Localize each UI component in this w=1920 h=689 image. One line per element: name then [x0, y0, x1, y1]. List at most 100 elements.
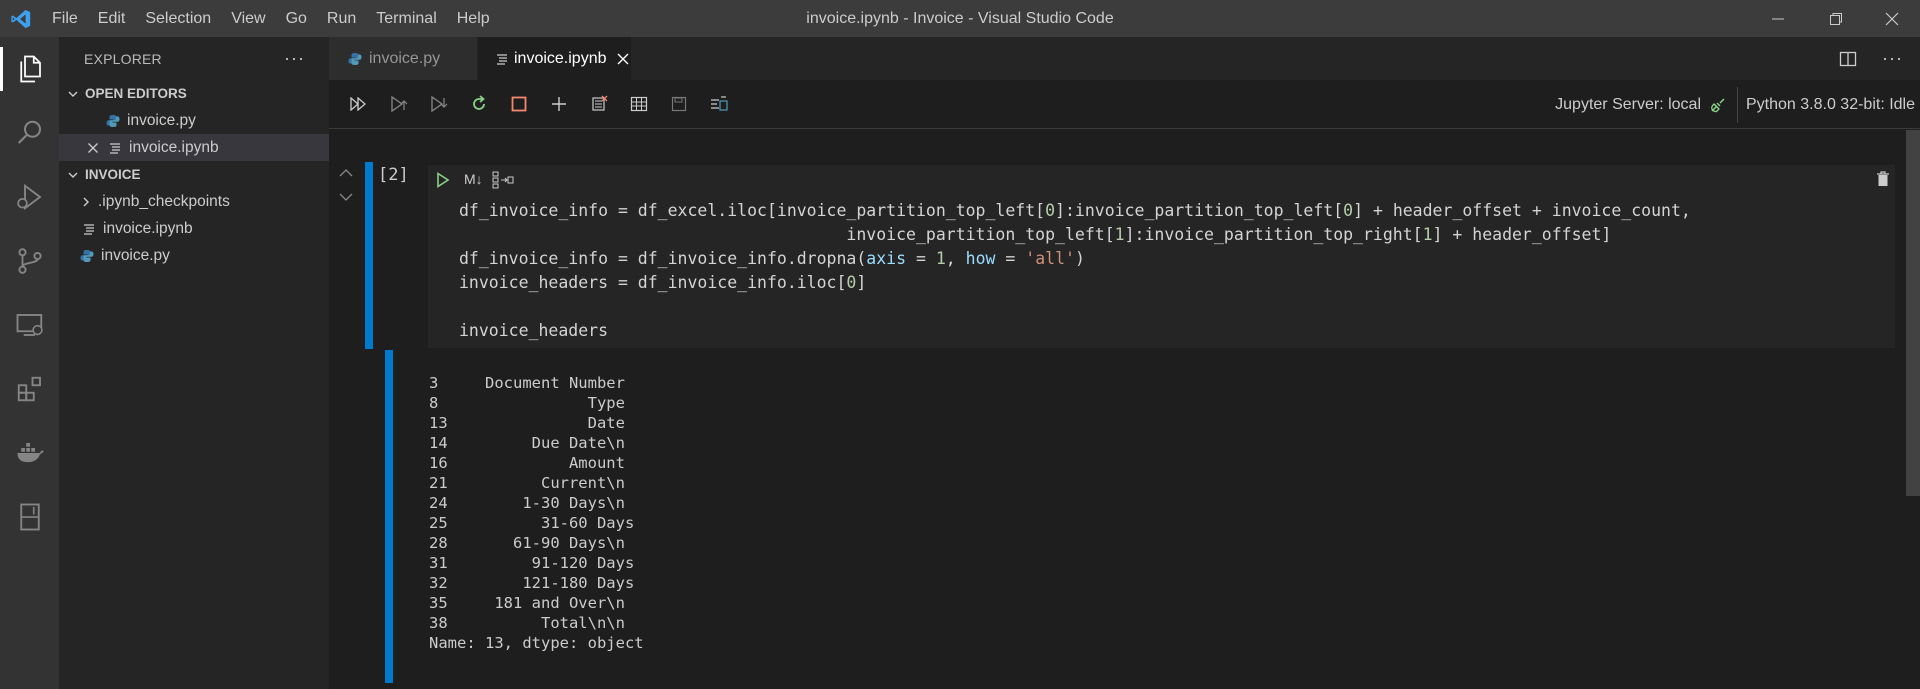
- save-icon[interactable]: [659, 86, 699, 122]
- tree-item-ipynb[interactable]: invoice.ipynb: [59, 215, 329, 242]
- remote-explorer-icon[interactable]: [0, 293, 59, 357]
- execution-count: [2]: [378, 165, 409, 185]
- open-editor-item-py[interactable]: invoice.py: [59, 107, 329, 134]
- code-token: ): [1074, 249, 1085, 268]
- output-line: 8 Type: [429, 394, 625, 412]
- output-line: 35 181 and Over\n: [429, 594, 625, 612]
- output-line: 31 91-120 Days: [429, 554, 635, 572]
- editor-more-actions-icon[interactable]: ···: [1882, 37, 1903, 80]
- code-token: axis: [866, 249, 907, 268]
- add-cell-icon[interactable]: [539, 86, 579, 122]
- invoice-folder-section[interactable]: INVOICE: [59, 161, 329, 188]
- tab-label: invoice.py: [369, 49, 441, 67]
- code-token: invoice_headers = df_invoice_info.iloc[: [459, 273, 847, 292]
- code-token: 0: [1343, 201, 1354, 220]
- split-editor-icon[interactable]: [1839, 37, 1857, 80]
- code-token: 1: [935, 249, 946, 268]
- code-token: ]: [856, 273, 867, 292]
- close-tab-icon[interactable]: [617, 53, 629, 65]
- output-line: 32 121-180 Days: [429, 574, 635, 592]
- folder-label: INVOICE: [85, 167, 141, 182]
- tab-invoice-ipynb[interactable]: invoice.ipynb: [478, 37, 631, 80]
- move-cell-down-icon[interactable]: [338, 190, 354, 208]
- menu-bar: File Edit Selection View Go Run Terminal Help: [42, 0, 500, 37]
- output-line: 25 31-60 Days: [429, 514, 635, 532]
- output-line: 28 61-90 Days\n: [429, 534, 625, 552]
- chevron-down-icon: [65, 86, 81, 102]
- kernel-status-area: Jupyter Server: local Python 3.8.0 32-bi…: [1555, 80, 1920, 129]
- extensions-icon[interactable]: [0, 357, 59, 421]
- menu-edit[interactable]: Edit: [88, 0, 136, 37]
- run-below-icon[interactable]: [419, 86, 459, 122]
- open-editors-label: OPEN EDITORS: [85, 86, 187, 101]
- restore-button[interactable]: [1808, 0, 1864, 37]
- python-file-icon: [105, 113, 121, 129]
- close-window-button[interactable]: [1864, 0, 1920, 37]
- run-cell-icon[interactable]: [436, 172, 450, 193]
- search-icon[interactable]: [0, 101, 59, 165]
- code-token: ] + header_offset + invoice_count,: [1353, 201, 1691, 220]
- output-line: 24 1-30 Days\n: [429, 494, 625, 512]
- tab-invoice-py[interactable]: invoice.py: [329, 37, 477, 80]
- tree-item-label: .ipynb_checkpoints: [98, 192, 230, 210]
- change-to-markdown-button[interactable]: M↓: [464, 171, 483, 187]
- open-editor-label: invoice.py: [127, 111, 196, 129]
- tree-item-checkpoints[interactable]: .ipynb_checkpoints: [59, 188, 329, 215]
- move-cell-up-icon[interactable]: [338, 166, 354, 184]
- divider: [1737, 86, 1738, 123]
- code-token: df_invoice_info = df_invoice_info.dropna…: [459, 249, 867, 268]
- explorer-title: EXPLORER: [84, 50, 162, 67]
- clear-outputs-icon[interactable]: [579, 86, 619, 122]
- delete-cell-icon[interactable]: [1876, 171, 1890, 192]
- chevron-right-icon: [78, 194, 94, 210]
- notebook-file-icon: [107, 140, 123, 156]
- code-token: 1: [1422, 225, 1433, 244]
- open-editor-label: invoice.ipynb: [129, 138, 219, 156]
- source-control-icon[interactable]: [0, 229, 59, 293]
- jupyter-server-status[interactable]: Jupyter Server: local: [1555, 96, 1701, 114]
- export-icon[interactable]: [699, 86, 739, 122]
- menu-go[interactable]: Go: [276, 0, 317, 37]
- run-debug-icon[interactable]: [0, 165, 59, 229]
- code-token: 'all': [1025, 249, 1075, 268]
- output-focus-indicator: [385, 350, 393, 683]
- minimize-button[interactable]: [1750, 0, 1806, 37]
- menu-help[interactable]: Help: [447, 0, 500, 37]
- output-line: 38 Total\n\n: [429, 614, 625, 632]
- open-editor-item-ipynb[interactable]: invoice.ipynb: [59, 134, 329, 161]
- code-token: ]:invoice_partition_top_left[: [1055, 201, 1344, 220]
- tree-item-py[interactable]: invoice.py: [59, 242, 329, 269]
- output-line: 3 Document Number: [429, 374, 625, 392]
- run-all-icon[interactable]: [339, 86, 379, 122]
- notebook-file-icon: [81, 221, 97, 237]
- output-line: Name: 13, dtype: object: [429, 634, 644, 652]
- menu-selection[interactable]: Selection: [135, 0, 221, 37]
- code-token: how: [965, 249, 996, 268]
- code-token: ] + header_offset]: [1432, 225, 1612, 244]
- code-line-1: df_invoice_info = df_excel.iloc[invoice_…: [459, 201, 1691, 220]
- run-by-line-icon[interactable]: [492, 171, 514, 194]
- title-bar: File Edit Selection View Go Run Terminal Help i…: [0, 0, 1920, 37]
- restart-kernel-icon[interactable]: [459, 86, 499, 122]
- close-editor-icon[interactable]: [85, 140, 101, 156]
- code-token: invoice_partition_top_left[: [459, 225, 1115, 244]
- menu-file[interactable]: File: [42, 0, 88, 37]
- menu-view[interactable]: View: [221, 0, 275, 37]
- docker-icon[interactable]: [0, 421, 59, 485]
- kernel-selector[interactable]: Python 3.8.0 32-bit: Idle: [1746, 96, 1915, 114]
- output-line: 13 Date: [429, 414, 625, 432]
- notebook-icon[interactable]: [0, 485, 59, 549]
- activity-bar: [0, 37, 59, 689]
- more-actions-icon[interactable]: ···: [284, 48, 305, 69]
- interrupt-kernel-icon[interactable]: [499, 86, 539, 122]
- menu-run[interactable]: Run: [317, 0, 366, 37]
- code-line-5: invoice_headers: [459, 321, 608, 340]
- tab-label: invoice.ipynb: [514, 49, 607, 67]
- code-token: =: [906, 249, 936, 268]
- run-above-icon[interactable]: [379, 86, 419, 122]
- editor-scrollbar[interactable]: [1906, 130, 1920, 496]
- variables-icon[interactable]: [619, 86, 659, 122]
- open-editors-section[interactable]: OPEN EDITORS: [59, 80, 329, 107]
- menu-terminal[interactable]: Terminal: [366, 0, 446, 37]
- explorer-icon[interactable]: [0, 37, 59, 101]
